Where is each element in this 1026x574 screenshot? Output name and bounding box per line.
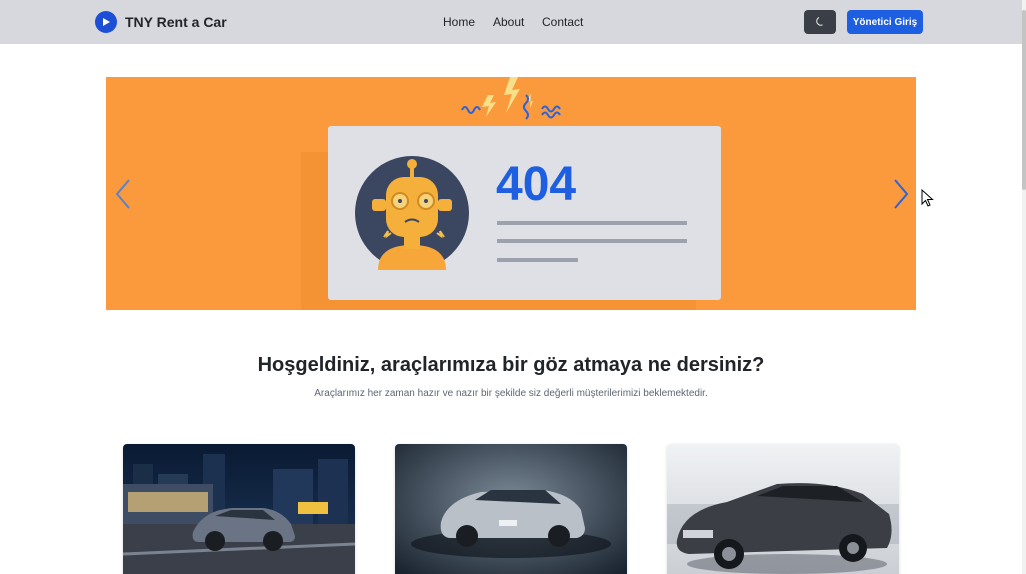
admin-login-button[interactable]: Yönetici Giriş — [847, 10, 923, 34]
chevron-left-icon — [115, 179, 130, 209]
error-code-text: 404 — [496, 158, 576, 211]
car-card[interactable] — [395, 444, 627, 574]
welcome-subtitle: Araçlarımız her zaman hazır ve nazır bir… — [314, 388, 708, 399]
page-scrollbar[interactable] — [1022, 0, 1026, 574]
carousel-prev-button[interactable] — [114, 177, 134, 211]
car-photo — [395, 444, 627, 574]
nav-link-about[interactable]: About — [493, 15, 524, 29]
nav-link-contact[interactable]: Contact — [542, 15, 583, 29]
navbar: TNY Rent a Car Home About Contact Yöneti… — [0, 0, 1022, 44]
welcome-title: Hoşgeldiniz, araçlarımıza bir göz atmaya… — [257, 354, 765, 376]
car-photo — [123, 444, 355, 574]
404-illustration: 404 — [301, 77, 721, 310]
car-photo — [667, 444, 899, 574]
chevron-right-icon — [894, 179, 909, 209]
mouse-cursor-icon — [921, 189, 934, 207]
scrollbar-thumb[interactable] — [1022, 10, 1026, 190]
carousel-next-button[interactable] — [890, 177, 910, 211]
brand[interactable]: TNY Rent a Car — [95, 11, 227, 33]
nav-link-home[interactable]: Home — [443, 15, 475, 29]
car-card[interactable] — [667, 444, 899, 574]
moon-icon — [816, 17, 823, 26]
car-card[interactable] — [123, 444, 355, 574]
play-circle-icon — [95, 11, 117, 33]
hero-carousel: 404 — [106, 77, 916, 310]
theme-toggle-button[interactable] — [804, 10, 836, 34]
brand-name: TNY Rent a Car — [125, 14, 227, 30]
